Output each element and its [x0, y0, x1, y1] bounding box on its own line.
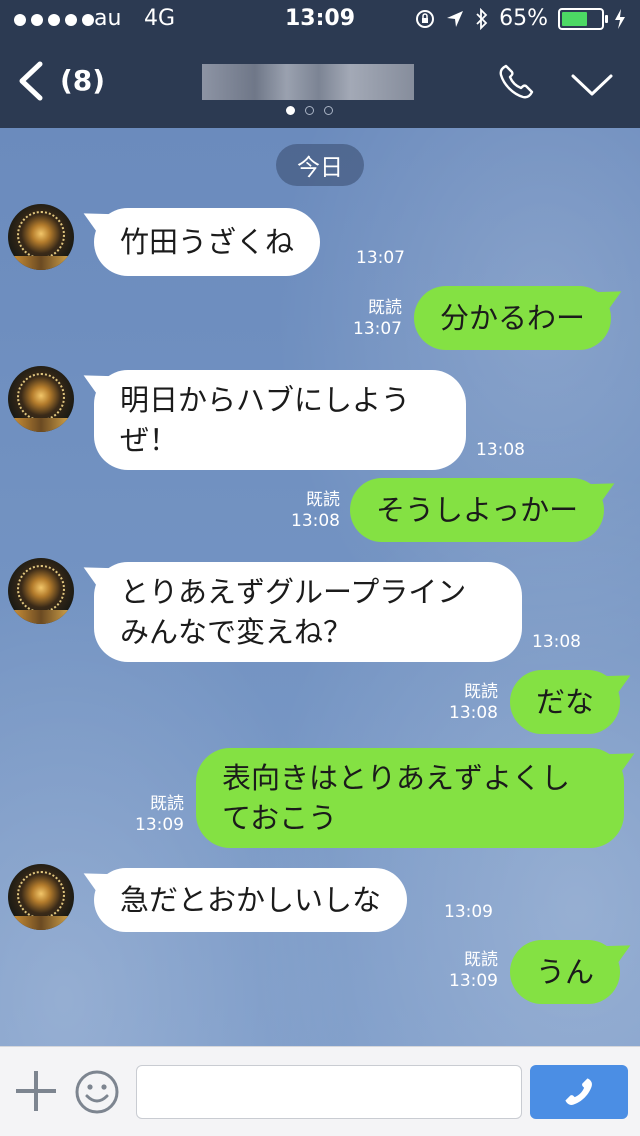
message-time: 13:07 [353, 319, 402, 339]
chevron-down-icon[interactable] [570, 72, 614, 98]
app-header: au 4G 13:09 65% (8) [0, 0, 640, 128]
message-time: 13:09 [135, 815, 184, 835]
chat-title-redacted [202, 64, 414, 100]
avatar[interactable] [8, 558, 74, 624]
date-separator: 今日 [276, 144, 364, 186]
plus-icon[interactable] [16, 1071, 56, 1111]
message-time: 13:08 [449, 703, 498, 723]
message-read-status: 既読 [368, 298, 402, 318]
phone-icon [565, 1078, 592, 1105]
message-time: 13:09 [449, 971, 498, 991]
unread-count[interactable]: (8) [60, 64, 105, 97]
avatar[interactable] [8, 204, 74, 270]
avatar[interactable] [8, 366, 74, 432]
charging-icon [615, 8, 625, 29]
battery-icon [558, 7, 608, 30]
rotation-lock-icon [416, 9, 435, 28]
message-bubble[interactable]: そうしよっかー [350, 478, 605, 542]
bluetooth-icon [476, 7, 488, 30]
message-read-status: 既読 [150, 794, 184, 814]
voice-call-button[interactable] [530, 1065, 628, 1119]
page-dot [305, 106, 314, 115]
battery-percent: 65% [499, 6, 548, 31]
chevron-left-icon[interactable] [14, 60, 50, 102]
message-bubble[interactable]: 表向きはとりあえずよくし ておこう [196, 748, 624, 848]
message-time: 13:09 [444, 902, 493, 922]
avatar[interactable] [8, 864, 74, 930]
message-read-status: 既読 [306, 490, 340, 510]
location-icon [447, 10, 464, 27]
page-dot [324, 106, 333, 115]
message-bubble[interactable]: 急だとおかしいしな [94, 868, 408, 932]
message-bubble[interactable]: 明日からハブにしよう ぜ！ [94, 370, 466, 470]
message-bubble[interactable]: とりあえずグループライン みんなで変えね？ [94, 562, 522, 662]
battery-level [562, 11, 587, 26]
message-bubble[interactable]: 竹田うざくね [94, 208, 321, 276]
message-bubble[interactable]: だな [510, 670, 621, 734]
phone-icon[interactable] [496, 62, 536, 102]
message-time: 13:07 [356, 248, 405, 268]
status-bar: au 4G 13:09 65% [0, 0, 640, 40]
status-right: 65% [415, 6, 626, 31]
message-bubble[interactable]: うん [510, 940, 621, 1004]
message-input[interactable] [136, 1065, 522, 1119]
message-bubble[interactable]: 分かるわー [414, 286, 612, 350]
message-time: 13:08 [532, 632, 581, 652]
chat-area[interactable]: 今日 竹田うざくね 13:07 既読 13:07 分かるわー 明日からハブにしよ… [0, 128, 640, 1046]
smiley-icon[interactable] [74, 1069, 120, 1115]
page-indicator [286, 106, 333, 115]
message-time: 13:08 [291, 511, 340, 531]
input-bar [0, 1046, 640, 1136]
page-dot [286, 106, 295, 115]
message-read-status: 既読 [464, 682, 498, 702]
message-read-status: 既読 [464, 950, 498, 970]
message-time: 13:08 [476, 440, 525, 460]
